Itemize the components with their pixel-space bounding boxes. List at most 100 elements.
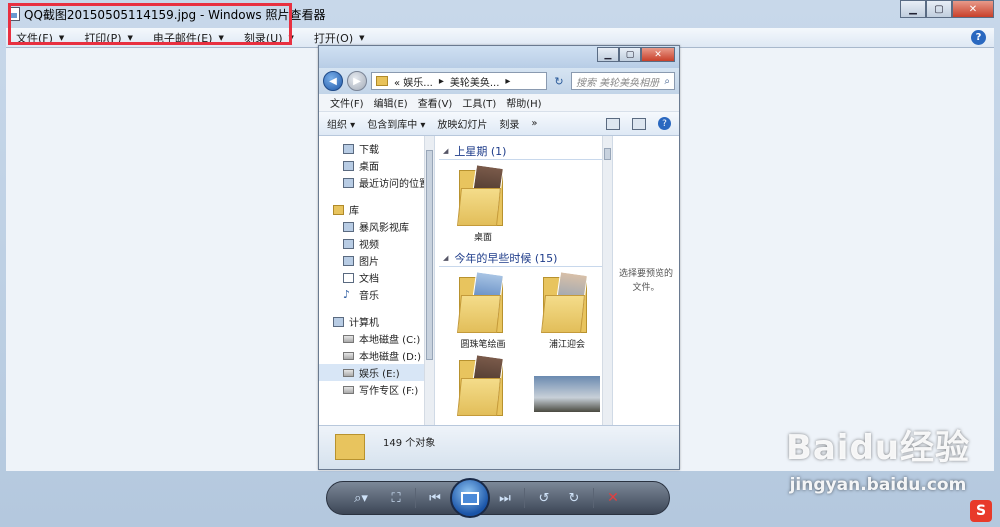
folder-icon xyxy=(457,164,507,226)
video-library-icon xyxy=(343,221,354,232)
explorer-close-button: ✕ xyxy=(641,47,675,62)
organize-button: 组织 ▾ xyxy=(327,120,356,131)
desktop-icon xyxy=(343,160,354,171)
photo-viewer-window: QQ截图20150505114159.jpg - Windows 照片查看器 ▁… xyxy=(0,0,1000,527)
slideshow-play-button[interactable] xyxy=(450,478,490,518)
preview-pane-icon xyxy=(632,117,646,130)
nav-item-drive-e: 娱乐 (E:) xyxy=(319,364,434,381)
nav-item-music: ♪ 音乐 xyxy=(343,287,379,303)
drive-icon xyxy=(343,385,354,394)
collapse-arrow-icon: ◢ xyxy=(443,253,449,262)
music-icon: ♪ xyxy=(343,287,351,301)
nav-group-libraries: 库 xyxy=(319,201,434,218)
nav-item-documents: 文档 xyxy=(319,269,434,286)
address-bar: « 娱乐... ▸ 美轮美奂... ▸ xyxy=(371,72,547,90)
nav-item-desktop: 桌面 xyxy=(319,157,434,174)
explorer-help-icon: ? xyxy=(658,117,671,130)
nav-item-downloads: 下载 xyxy=(319,140,434,157)
explorer-window-controls: ▁ ▢ ✕ xyxy=(597,47,675,62)
pictures-icon xyxy=(343,255,354,266)
minimize-button[interactable]: ▁ xyxy=(900,0,926,18)
computer-icon xyxy=(333,316,344,327)
view-icon xyxy=(606,117,620,130)
documents-icon xyxy=(343,272,354,283)
chevron-down-icon: ▼ xyxy=(359,33,365,42)
content-scrollbar-thumb xyxy=(604,148,611,160)
preview-placeholder-text: 选择要预览的文件。 xyxy=(618,269,673,293)
more-button: » xyxy=(531,118,538,129)
explorer-menu-tools: 工具(T) xyxy=(462,99,497,110)
annotation-highlight-box xyxy=(8,3,292,45)
slideshow-icon xyxy=(461,491,479,505)
group-header-earlier-this-year: ◢ 今年的早些时候 (15) xyxy=(439,249,608,267)
refresh-icon: ↻ xyxy=(554,74,564,88)
baidu-watermark: Baidu经验 jingyan.baidu.com xyxy=(786,420,970,495)
help-icon[interactable]: ? xyxy=(971,30,986,45)
watermark-brand: Baidu经验 xyxy=(785,428,970,468)
zoom-icon[interactable]: ⌕▾ xyxy=(341,486,381,510)
next-button[interactable]: ⏭ xyxy=(490,486,520,510)
nav-item-drive-f: 写作专区 (F:) xyxy=(319,381,434,398)
actual-size-icon[interactable]: ⛶ xyxy=(381,486,411,510)
drive-icon xyxy=(343,351,354,360)
menu-open[interactable]: 打开(O) ▼ xyxy=(304,30,375,46)
explorer-body: 下载 桌面 最近访问的位置 库 暴风影视库 视频 图片 文档 ♪ 音乐 计算机 本… xyxy=(319,136,679,426)
image-thumbnail xyxy=(534,356,600,416)
group-header-last-week: ◢ 上星期 (1) xyxy=(439,142,608,160)
maximize-button[interactable]: ▢ xyxy=(926,0,952,18)
folder-icon xyxy=(457,354,507,416)
folder-icon xyxy=(335,434,365,460)
nav-item-library: 暴风影视库 xyxy=(319,218,434,235)
download-folder-icon xyxy=(343,143,354,154)
viewer-control-bar: ⌕▾ ⛶ ⏮ ⏭ ↺ ↻ ✕ xyxy=(326,478,670,518)
nav-group-computer: 计算机 xyxy=(319,313,434,330)
tray-app-icon[interactable]: S xyxy=(970,500,992,522)
folder-item: 浦江迎会 xyxy=(535,271,599,350)
explorer-status-bar: 149 个对象 xyxy=(319,425,679,469)
content-scrollbar xyxy=(602,136,612,426)
search-input: 搜索 美轮美奂相册 ⌕ xyxy=(571,72,675,90)
folder-icon xyxy=(457,271,507,333)
folder-icon xyxy=(376,76,388,86)
nav-item-drive-c: 本地磁盘 (C:) xyxy=(319,330,434,347)
folder-icon xyxy=(541,271,591,333)
recent-places-icon xyxy=(343,177,354,188)
explorer-menu-bar: 文件(F) 编辑(E) 查看(V) 工具(T) 帮助(H) xyxy=(319,94,679,112)
watermark-url: jingyan.baidu.com xyxy=(789,475,967,495)
folder-item: 圆珠笔绘画 xyxy=(451,271,515,350)
explorer-menu-help: 帮助(H) xyxy=(506,99,542,110)
nav-item-recent: 最近访问的位置 xyxy=(319,174,434,191)
drive-icon xyxy=(343,334,354,343)
explorer-menu-file: 文件(F) xyxy=(330,99,364,110)
explorer-menu-view: 查看(V) xyxy=(417,99,453,110)
nav-scrollbar xyxy=(424,136,434,426)
explorer-toolbar: 组织 ▾ 包含到库中 ▾ 放映幻灯片 刻录 » ? xyxy=(319,112,679,136)
landscape-photo-thumbnail xyxy=(534,376,600,412)
search-icon: ⌕ xyxy=(664,75,670,87)
previous-button[interactable]: ⏮ xyxy=(420,486,450,510)
rotate-right-icon[interactable]: ↻ xyxy=(559,486,589,510)
explorer-address-row: ◀ ▶ « 娱乐... ▸ 美轮美奂... ▸ ↻ 搜索 美轮美奂相册 ⌕ xyxy=(319,68,679,94)
explorer-minimize-button: ▁ xyxy=(597,47,619,62)
drive-icon xyxy=(343,368,354,377)
back-arrow-icon: ◀ xyxy=(323,71,343,91)
burn-button: 刻录 xyxy=(499,120,520,131)
folder-item: 桌面 xyxy=(451,164,515,243)
close-button[interactable]: ✕ xyxy=(952,0,994,18)
window-controls: ▁ ▢ ✕ xyxy=(900,0,994,18)
library-icon xyxy=(333,204,344,215)
nav-scrollbar-thumb xyxy=(426,150,433,360)
include-library-button: 包含到库中 ▾ xyxy=(367,120,426,131)
rotate-left-icon[interactable]: ↺ xyxy=(529,486,559,510)
object-count: 149 个对象 xyxy=(383,438,436,449)
slideshow-button: 放映幻灯片 xyxy=(437,120,488,131)
video-icon xyxy=(343,238,354,249)
nav-item-videos: 视频 xyxy=(319,235,434,252)
nav-item-pictures: 图片 xyxy=(319,252,434,269)
delete-icon[interactable]: ✕ xyxy=(598,486,628,510)
collapse-arrow-icon: ◢ xyxy=(443,146,449,155)
explorer-title-bar: ▁ ▢ ✕ xyxy=(319,46,679,68)
navigation-pane: 下载 桌面 最近访问的位置 库 暴风影视库 视频 图片 文档 ♪ 音乐 计算机 本… xyxy=(319,136,435,426)
forward-arrow-icon: ▶ xyxy=(347,71,367,91)
folder-item xyxy=(451,354,515,416)
